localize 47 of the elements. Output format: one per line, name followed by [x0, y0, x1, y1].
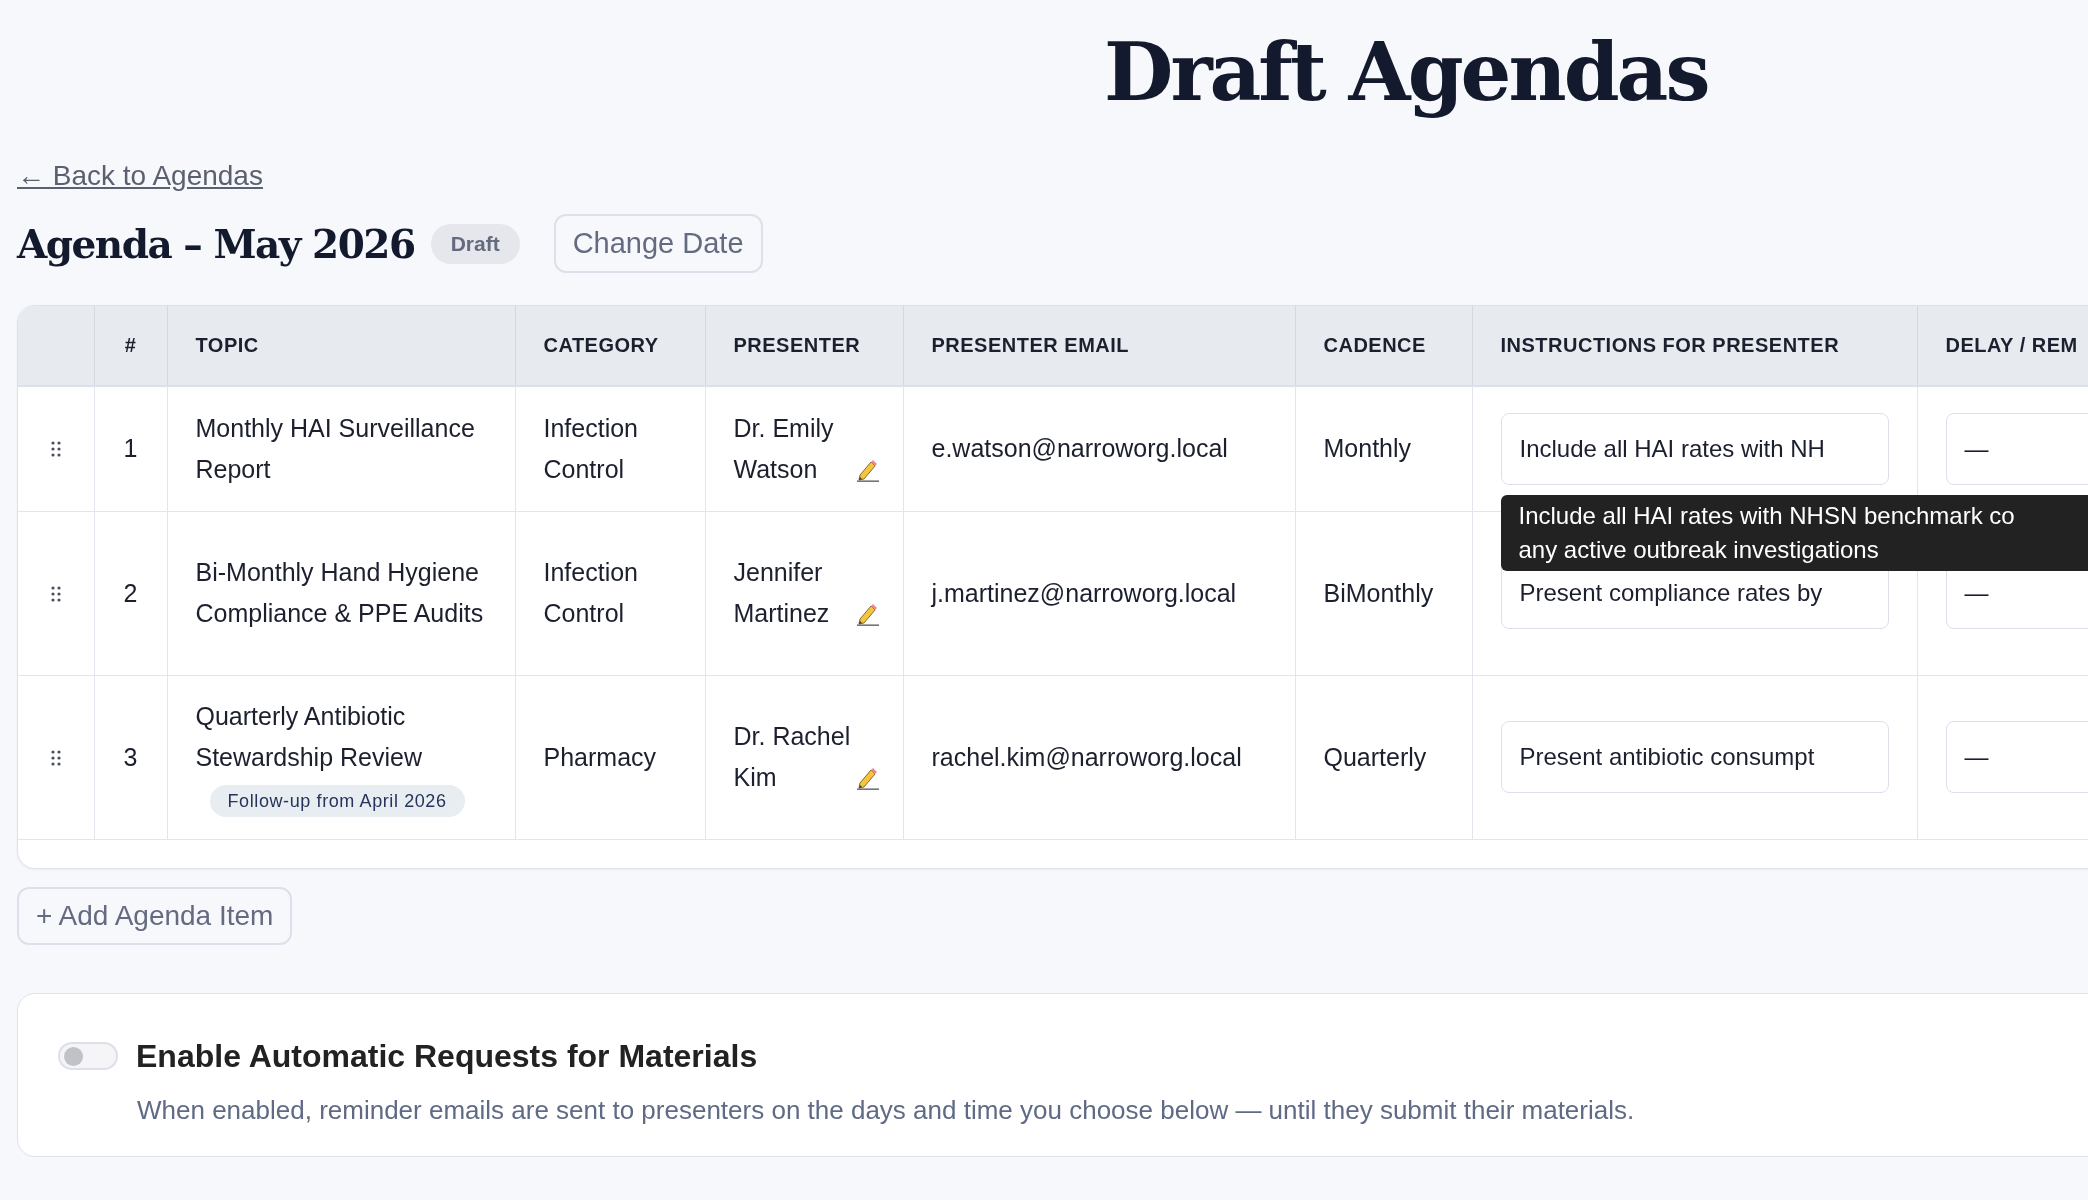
setting-description: When enabled, reminder emails are sent to presenters on the days and time you choose below — until they submit their materials. [137, 1094, 1636, 1126]
email-text: rachel.kim@narroworg.local [931, 742, 1242, 771]
delay-field[interactable]: — [1945, 721, 2088, 793]
pencil-icon[interactable] [855, 457, 880, 482]
email-text: j.martinez@narroworg.local [931, 578, 1237, 607]
change-date-button[interactable]: Change Date [553, 214, 763, 273]
cadence-text: Monthly [1323, 434, 1412, 463]
cadence-text: Quarterly [1323, 742, 1427, 771]
topic-text: Bi-Monthly Hand Hygiene Compliance & PPE Audits [195, 557, 485, 629]
presenter-name: Jennifer Martinez [733, 557, 831, 629]
category-text: Infection Control [543, 413, 638, 483]
instructions-field[interactable]: Present antibiotic consumpt [1500, 721, 1889, 793]
delay-field[interactable]: — [1945, 412, 2088, 485]
follow-up-tag: Follow-up from April 2026 [209, 784, 465, 817]
back-link[interactable]: ← Back to Agendas [17, 160, 263, 192]
row-number: 3 [123, 742, 138, 771]
add-agenda-item-button[interactable]: + Add Agenda Item [17, 886, 293, 945]
presenter-name: Dr. Emily Watson [733, 412, 835, 485]
topic-text: Quarterly Antibiotic Stewardship Review [195, 700, 423, 773]
pencil-icon[interactable] [855, 602, 880, 626]
status-badge: Draft [430, 223, 520, 264]
row-number: 1 [123, 434, 138, 463]
column-header: CADENCE [1295, 306, 1472, 386]
row-number: 2 [123, 578, 138, 607]
tooltip: Include all HAI rates with NHSN benchmark co any active outbreak investigations [1500, 495, 2088, 571]
cadence-text: BiMonthly [1323, 578, 1434, 607]
topic-text: Monthly HAI Surveillance Report [195, 412, 476, 485]
page-title: Draft Agendas [1104, 28, 1709, 116]
drag-handle-icon[interactable] [50, 749, 61, 766]
drag-handle-icon[interactable] [50, 441, 61, 458]
setting-title: Enable Automatic Requests for Materials [136, 1037, 758, 1075]
column-header: PRESENTER EMAIL [903, 306, 1295, 386]
column-header: # [94, 306, 167, 386]
column-header: TOPIC [167, 306, 515, 386]
category-text: Pharmacy [543, 742, 657, 771]
column-header: DELAY / REM [1917, 306, 2088, 386]
instructions-field[interactable]: Include all HAI rates with NH [1500, 412, 1889, 485]
column-header: INSTRUCTIONS FOR PRESENTER [1472, 306, 1917, 386]
drag-handle-icon[interactable] [50, 585, 61, 602]
pencil-icon[interactable] [855, 766, 880, 790]
column-header: PRESENTER [705, 306, 903, 386]
column-header: CATEGORY [515, 306, 705, 386]
presenter-name: Dr. Rachel Kim [733, 721, 852, 793]
email-text: e.watson@narroworg.local [931, 434, 1228, 463]
category-text: Infection Control [543, 558, 638, 627]
toggle-switch[interactable] [58, 1042, 118, 1070]
agenda-title: Agenda – May 2026 [17, 220, 415, 267]
